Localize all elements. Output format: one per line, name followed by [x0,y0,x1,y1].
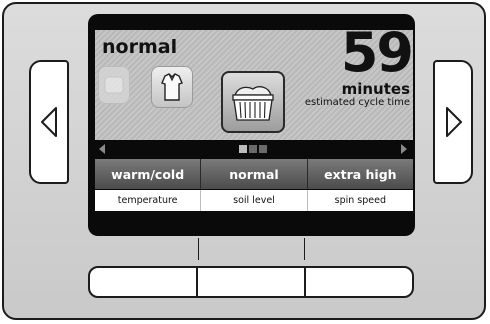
temperature-button[interactable] [90,268,198,296]
normal-cycle-tile[interactable] [221,71,285,133]
temperature-label: temperature [95,190,202,211]
soil-level-setting-value[interactable]: normal [201,159,308,189]
page-dot [239,145,247,153]
previous-cycle-button[interactable] [29,60,69,184]
soil-level-button[interactable] [198,268,306,296]
rinse-cycle-tile[interactable] [98,66,130,104]
estimated-minutes-value: 59 [340,21,414,84]
spin-speed-label: spin speed [334,195,386,206]
bottom-button-bar [88,266,414,298]
triangle-left-icon [41,107,57,137]
delicates-cycle-tile[interactable] [151,66,193,108]
shirt-icon [161,73,183,101]
carousel-left-arrow-icon[interactable] [99,144,105,154]
settings-values-row: warm/cold normal extra high [95,159,413,189]
estimated-cycle-time-caption: estimated cycle time [304,97,410,108]
spin-speed-button[interactable] [306,268,412,296]
page-dot [249,145,257,153]
next-cycle-button[interactable] [433,60,473,184]
settings-labels-row: temperature soil level spin speed [95,190,413,211]
page-indicator [239,145,267,153]
rinse-icon [104,76,124,94]
minutes-unit-label: minutes [341,80,410,98]
soil-level-label: soil level [201,190,308,211]
carousel-right-arrow-icon[interactable] [401,144,407,154]
divider-line [304,238,305,260]
spin-speed-setting-value[interactable]: extra high [308,159,413,189]
triangle-right-icon [446,107,462,137]
page-dot [259,145,267,153]
laundry-basket-icon [232,86,274,121]
temperature-setting-value[interactable]: warm/cold [95,159,202,189]
divider-line [198,238,199,260]
cycle-name: normal [102,36,178,58]
